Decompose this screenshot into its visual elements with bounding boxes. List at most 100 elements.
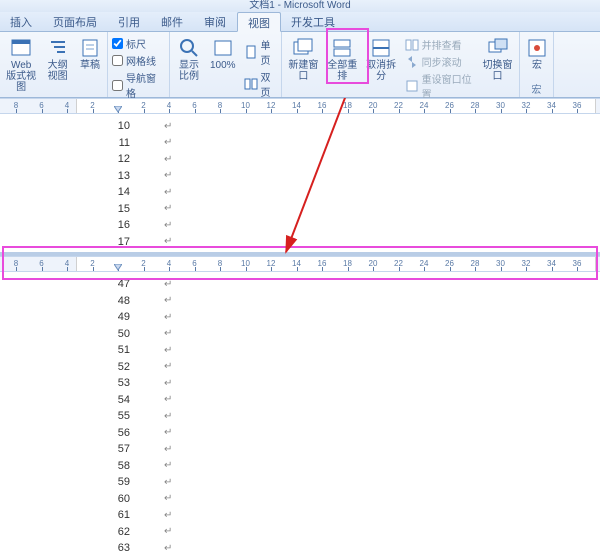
outline-icon [47, 37, 69, 59]
line-number: 63 [100, 542, 130, 552]
check-nav-box[interactable] [112, 80, 123, 91]
paragraph-mark-icon: ↵ [164, 394, 172, 405]
two-pages-button[interactable]: 双页 [242, 68, 277, 100]
line-number: 14 [100, 186, 130, 198]
outline-view-button[interactable]: 大纲视图 [42, 34, 73, 85]
line-number: 60 [100, 493, 130, 505]
one-page-button[interactable]: 单页 [242, 36, 277, 68]
zoom-100-icon [212, 37, 234, 59]
document-line[interactable]: 53 ↵ [100, 375, 172, 392]
web-layout-label: Web 版式视图 [6, 60, 36, 93]
document-line[interactable]: 47 ↵ [100, 276, 172, 293]
remove-split-label: 取消拆分 [366, 60, 397, 82]
line-number: 52 [100, 361, 130, 373]
zoom-button[interactable]: 显示比例 [174, 34, 204, 85]
zoom-icon [178, 37, 200, 59]
paragraph-mark-icon: ↵ [164, 220, 172, 231]
line-number: 58 [100, 460, 130, 472]
document-area: 864224681012141618202224262830323436 10↵… [0, 98, 600, 532]
indent-marker-icon[interactable] [114, 106, 122, 112]
group-window: 新建窗口 全部重排 取消拆分 并排查看 同步滚动 重设窗口位置 切换窗口 窗口 [282, 32, 520, 97]
line-number: 57 [100, 443, 130, 455]
document-line[interactable]: 15 ↵ [100, 201, 172, 218]
document-line[interactable]: 59 ↵ [100, 474, 172, 491]
macros-button[interactable]: 宏 [524, 34, 550, 74]
two-pages-label: 双页 [261, 69, 275, 99]
line-number: 12 [100, 153, 130, 165]
view-side-by-side-button[interactable]: 并排查看 [403, 36, 477, 53]
line-number: 50 [100, 328, 130, 340]
check-ruler[interactable]: 标尺 [112, 36, 165, 51]
check-gridlines[interactable]: 网格线 [112, 53, 165, 68]
macros-label: 宏 [532, 60, 542, 71]
draft-view-button[interactable]: 草稿 [77, 34, 103, 74]
sync-scroll-label: 同步滚动 [422, 54, 462, 69]
document-line[interactable]: 60 ↵ [100, 491, 172, 508]
document-line[interactable]: 54↵ [100, 392, 172, 409]
document-line[interactable]: 17↵ [100, 234, 172, 251]
line-number: 15 [100, 203, 130, 215]
document-line[interactable]: 52↵ [100, 359, 172, 376]
arrange-all-label: 全部重排 [327, 60, 358, 82]
split-pane-top[interactable]: 10↵11↵12↵13↵14↵15↵16↵17↵ [0, 114, 600, 252]
paragraph-mark-icon: ↵ [164, 543, 172, 552]
document-line[interactable]: 63 ↵ [100, 540, 172, 552]
document-line[interactable]: 57↵ [100, 441, 172, 458]
new-window-button[interactable]: 新建窗口 [286, 34, 321, 85]
zoom-100-button[interactable]: 100% [208, 34, 238, 74]
paragraph-mark-icon: ↵ [164, 493, 172, 504]
document-line[interactable]: 10↵ [100, 118, 172, 135]
paragraph-mark-icon: ↵ [164, 279, 172, 290]
tab-review[interactable]: 审阅 [194, 12, 237, 31]
tab-references[interactable]: 引用 [108, 12, 151, 31]
synchronous-scrolling-button[interactable]: 同步滚动 [403, 53, 477, 70]
document-line[interactable]: 56↵ [100, 425, 172, 442]
check-navigation[interactable]: 导航窗格 [112, 70, 165, 100]
remove-split-button[interactable]: 取消拆分 [364, 34, 399, 85]
line-number: 47 [100, 278, 130, 290]
paragraph-mark-icon: ↵ [164, 203, 172, 214]
group-show: 标尺 网格线 导航窗格 显示 [108, 32, 170, 97]
side-by-side-label: 并排查看 [422, 37, 462, 52]
switch-windows-icon [487, 37, 509, 59]
paragraph-mark-icon: ↵ [164, 378, 172, 389]
line-number: 59 [100, 476, 130, 488]
split-pane-bottom[interactable]: 47↵48↵49↵50↵51↵52↵53↵54↵55↵56↵57↵58↵59↵6… [0, 272, 600, 552]
arrange-all-button[interactable]: 全部重排 [325, 34, 360, 85]
tab-view[interactable]: 视图 [237, 12, 281, 32]
check-grid-box[interactable] [112, 55, 123, 66]
horizontal-ruler-top[interactable]: 864224681012141618202224262830323436 [0, 98, 600, 114]
document-line[interactable]: 14 ↵ [100, 184, 172, 201]
document-line[interactable]: 48↵ [100, 293, 172, 310]
document-line[interactable]: 51↵ [100, 342, 172, 359]
tab-mailings[interactable]: 邮件 [151, 12, 194, 31]
paragraph-mark-icon: ↵ [164, 427, 172, 438]
switch-windows-button[interactable]: 切换窗口 [480, 34, 515, 85]
side-by-side-icon [405, 38, 419, 52]
paragraph-mark-icon: ↵ [164, 187, 172, 198]
check-ruler-label: 标尺 [126, 36, 146, 51]
line-number: 53 [100, 377, 130, 389]
tab-page-layout[interactable]: 页面布局 [43, 12, 108, 31]
document-line[interactable]: 55↵ [100, 408, 172, 425]
draft-icon [79, 37, 101, 59]
document-line[interactable]: 11↵ [100, 135, 172, 152]
document-line[interactable]: 13↵ [100, 168, 172, 185]
reset-pos-label: 重设窗口位置 [422, 71, 475, 101]
document-line[interactable]: 49↵ [100, 309, 172, 326]
web-layout-button[interactable]: Web 版式视图 [4, 34, 38, 96]
tab-insert[interactable]: 插入 [0, 12, 43, 31]
tab-developer[interactable]: 开发工具 [281, 12, 346, 31]
document-line[interactable]: 58 ↵ [100, 458, 172, 475]
document-line[interactable]: 61↵ [100, 507, 172, 524]
paragraph-mark-icon: ↵ [164, 477, 172, 488]
document-line[interactable]: 12↵ [100, 151, 172, 168]
indent-marker-icon[interactable] [114, 264, 122, 270]
paragraph-mark-icon: ↵ [164, 345, 172, 356]
document-line[interactable]: 50↵ [100, 326, 172, 343]
paragraph-mark-icon: ↵ [164, 460, 172, 471]
line-number: 49 [100, 311, 130, 323]
document-line[interactable]: 16↵ [100, 217, 172, 234]
horizontal-ruler-split[interactable]: 864224681012141618202224262830323436 [0, 256, 600, 272]
check-ruler-box[interactable] [112, 38, 123, 49]
